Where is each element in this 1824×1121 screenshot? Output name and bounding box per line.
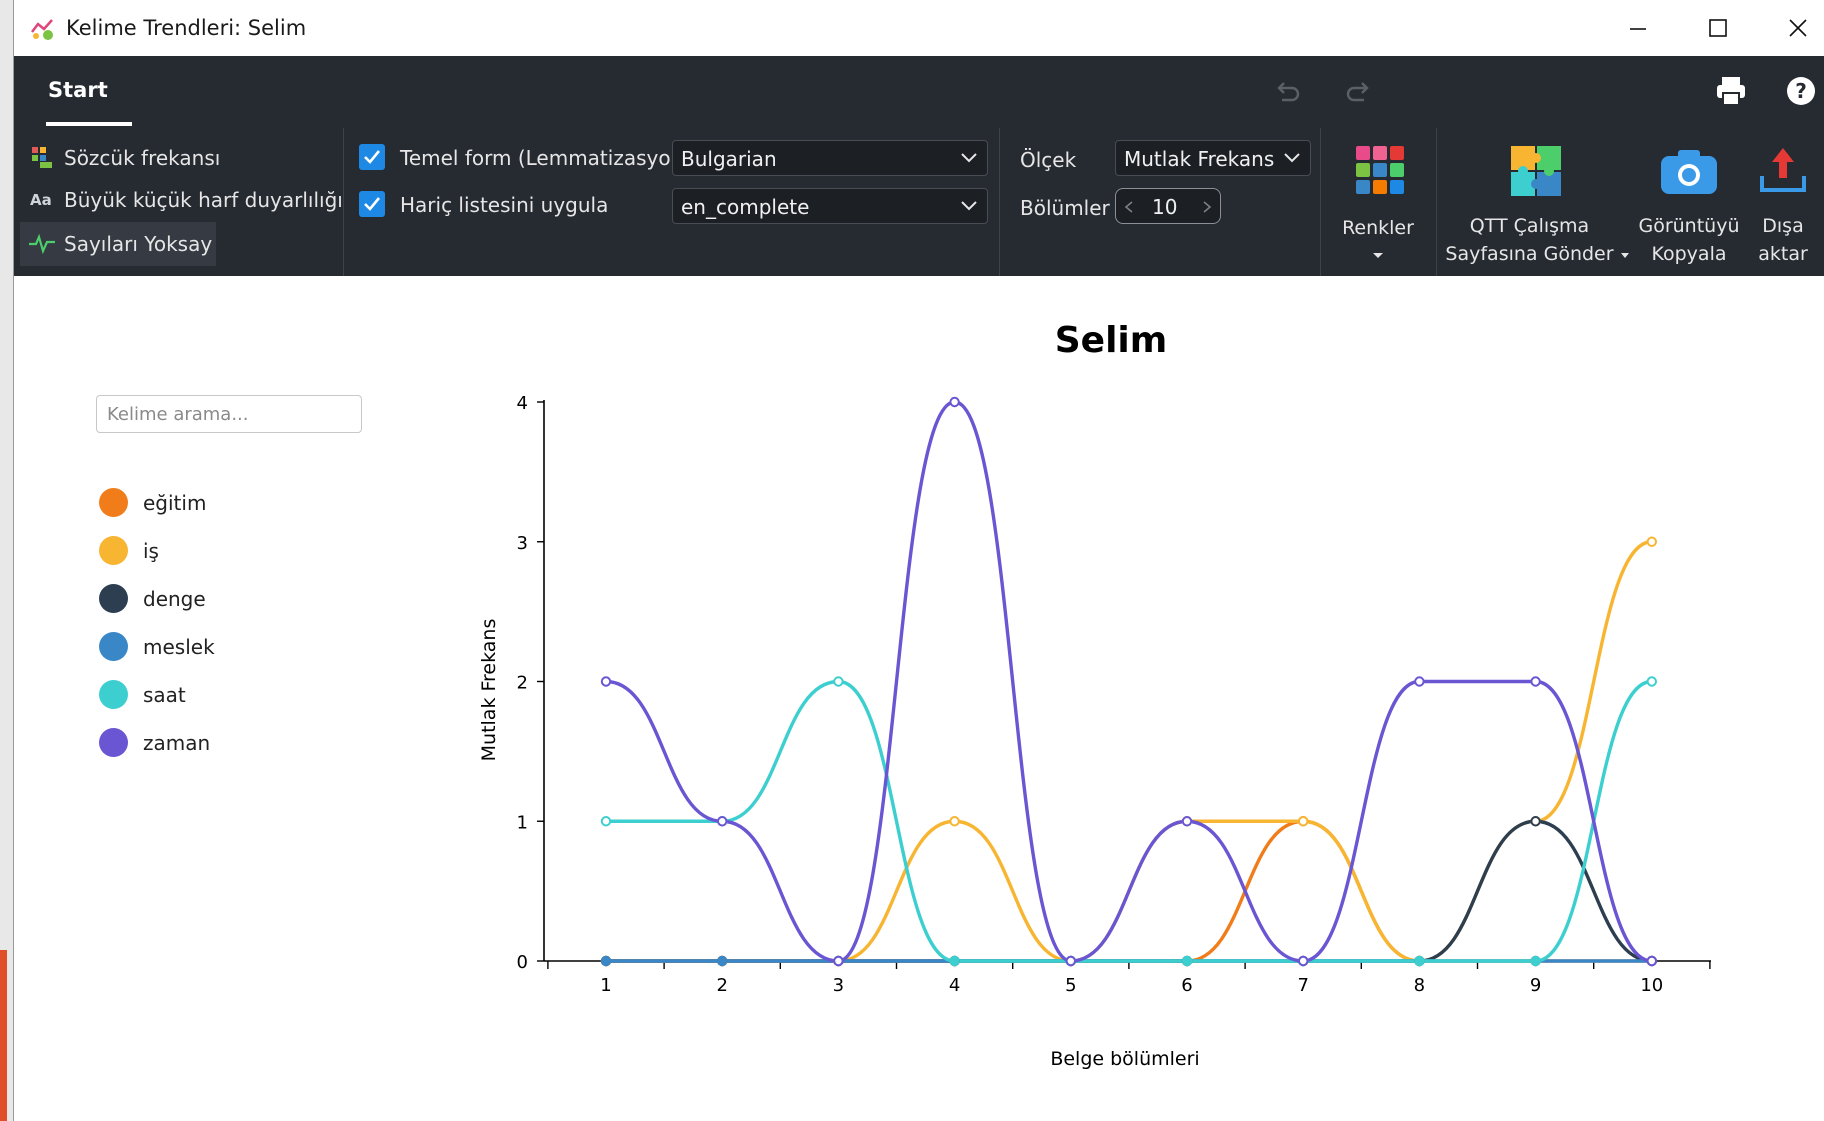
- app-window: Kelime Trendleri: Selim Start ? Sözcük f…: [13, 0, 1824, 1121]
- data-point: [1646, 676, 1658, 687]
- series-line-saat: [605, 679, 1653, 963]
- chart-title: Selim: [1055, 320, 1168, 361]
- x-tick-label: 3: [833, 975, 844, 996]
- y-tick-label: 3: [517, 533, 528, 554]
- y-tick-label: 2: [517, 673, 528, 694]
- data-point: [600, 676, 612, 687]
- data-point: [1530, 816, 1541, 827]
- data-point: [1646, 955, 1658, 967]
- x-tick-label: 7: [1297, 975, 1308, 996]
- data-point: [1530, 676, 1541, 687]
- data-point: [1530, 955, 1541, 967]
- data-point: [1298, 955, 1309, 967]
- x-tick-label: 5: [1065, 975, 1076, 996]
- data-point: [600, 816, 612, 827]
- x-tick-label: 8: [1414, 975, 1425, 996]
- data-point: [1065, 955, 1077, 967]
- desktop-edge: [0, 950, 7, 1121]
- y-tick-label: 0: [517, 952, 528, 973]
- data-point: [1414, 676, 1425, 687]
- x-tick-label: 2: [716, 975, 727, 996]
- data-point: [717, 955, 728, 967]
- y-axis-label: Mutlak Frekans: [478, 619, 500, 762]
- data-point: [949, 816, 960, 827]
- x-tick-label: 1: [600, 975, 611, 996]
- data-point: [717, 816, 728, 827]
- data-point: [1181, 816, 1193, 827]
- series-line-zaman: [605, 400, 1653, 963]
- x-tick-label: 10: [1640, 975, 1663, 996]
- data-point: [1646, 536, 1658, 547]
- data-point: [949, 396, 960, 408]
- word-trends-chart: Selim 0 1 2 3 4 1 2 3 4 5 6 7 8 9 10 Belge bölümleri Mutl…: [478, 320, 1711, 1070]
- data-point: [833, 676, 844, 687]
- x-axis-label: Belge bölümleri: [1050, 1048, 1199, 1070]
- y-tick-label: 4: [517, 393, 528, 414]
- data-point: [1298, 816, 1309, 827]
- x-tick-label: 9: [1530, 975, 1541, 996]
- data-point: [1414, 955, 1425, 967]
- y-tick-label: 1: [517, 812, 528, 833]
- series-line-iş: [606, 540, 1653, 963]
- data-point: [1181, 955, 1193, 967]
- data-point: [600, 955, 612, 967]
- x-tick-label: 4: [949, 975, 960, 996]
- x-tick-label: 6: [1181, 975, 1192, 996]
- data-point: [949, 955, 960, 967]
- data-point: [833, 955, 844, 967]
